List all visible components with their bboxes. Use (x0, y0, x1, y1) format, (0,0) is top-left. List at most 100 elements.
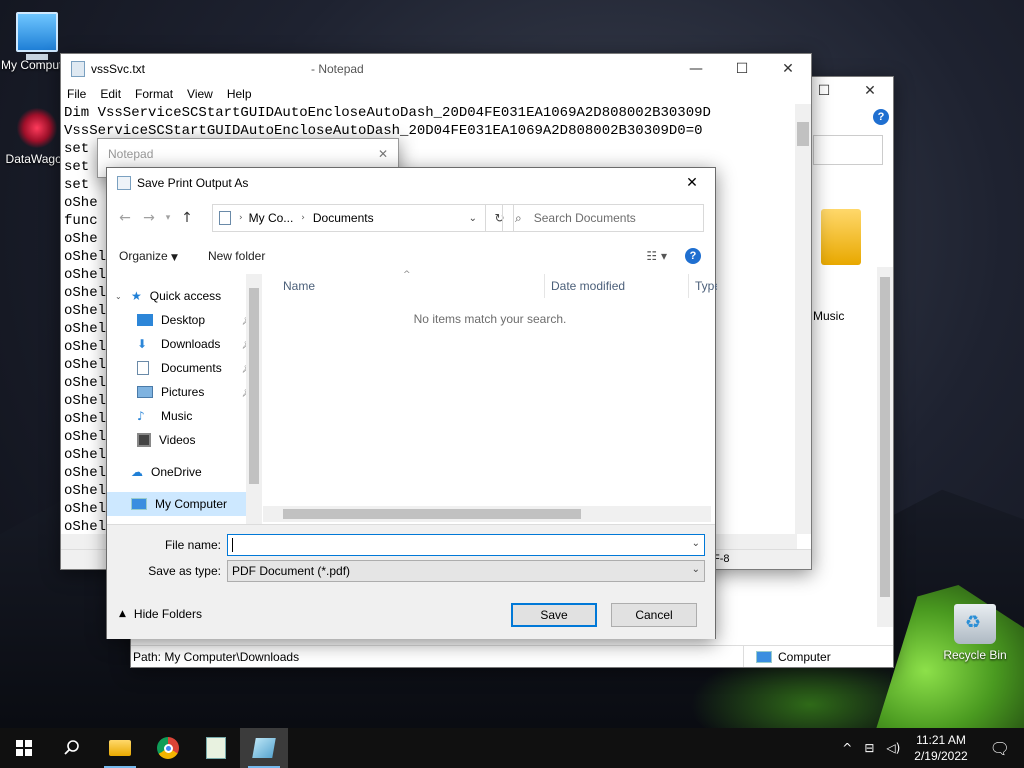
status-location-label: Computer (778, 649, 831, 664)
dialog-lower-panel: File name: ⌄ Save as type: PDF Document … (107, 524, 715, 639)
menu-view[interactable]: View (187, 87, 213, 101)
desktop-icon (137, 314, 153, 326)
menu-help[interactable]: Help (227, 87, 252, 101)
nav-desktop[interactable]: Desktop 📌︎ (107, 308, 262, 332)
file-name-row: File name: ⌄ (107, 533, 715, 557)
nav-label: Quick access (149, 289, 222, 303)
help-icon[interactable]: ? (685, 248, 701, 264)
file-list[interactable]: Name ^ Date modified Type No items match… (263, 270, 717, 524)
address-bar[interactable]: › My Co... › Documents ⌄ (212, 204, 486, 232)
search-input[interactable]: ⌕ Search Documents (502, 204, 704, 232)
help-icon[interactable]: ? (873, 109, 889, 125)
notepad-icon (71, 61, 85, 77)
nav-quick-access[interactable]: ⌄ ★ Quick access (107, 284, 262, 308)
save-dialog-icon (117, 176, 131, 190)
menu-file[interactable]: File (67, 87, 86, 101)
column-type[interactable]: Type (689, 274, 717, 298)
save-type-select[interactable]: PDF Document (*.pdf) ⌄ (227, 560, 705, 582)
chevron-down-icon[interactable]: ⌄ (692, 564, 700, 575)
notepad-line: Dim VssServiceSCStartGUIDAutoEncloseAuto… (64, 105, 711, 121)
file-name-input[interactable]: ⌄ (227, 534, 705, 556)
close-icon[interactable]: ✕ (765, 54, 811, 84)
navigation-pane-scrollbar[interactable] (246, 274, 262, 524)
documents-icon (137, 361, 149, 375)
column-date-label: Date modified (551, 279, 626, 293)
taskbar-notepad[interactable] (240, 728, 288, 768)
notification-icon[interactable]: 🗨︎ (976, 739, 1024, 758)
file-name-label: File name: (164, 538, 221, 552)
notepad-dialog-titlebar[interactable]: Notepad ✕ (98, 139, 398, 169)
breadcrumb-my-computer[interactable]: My Co... (249, 211, 294, 225)
chrome-icon (157, 737, 179, 759)
close-icon[interactable]: ✕ (847, 77, 893, 105)
clock[interactable]: 11:21 AM 2/19/2022 (906, 732, 975, 764)
nav-my-computer[interactable]: My Computer (107, 492, 262, 516)
file-list-horizontal-scrollbar[interactable] (263, 506, 711, 522)
computer-icon (756, 650, 772, 663)
taskbar-chrome[interactable] (144, 728, 192, 768)
taskbar-app-chart[interactable] (192, 728, 240, 768)
explorer-window-controls: ☐ ✕ (801, 77, 893, 105)
notepad-icon (252, 738, 276, 758)
search-button[interactable] (48, 728, 96, 768)
notepad-titlebar[interactable]: vssSvc.txt - Notepad — ☐ ✕ (61, 54, 811, 84)
search-icon (64, 740, 79, 755)
desktop-icon-recycle-bin[interactable]: Recycle Bin (938, 604, 1012, 662)
column-headers: Name ^ Date modified Type (263, 270, 717, 298)
menu-edit[interactable]: Edit (100, 87, 121, 101)
nav-label: Videos (159, 433, 196, 447)
forward-arrow-icon[interactable]: → (137, 210, 161, 226)
explorer-search-box[interactable] (813, 135, 883, 165)
chevron-up-icon[interactable]: ^ (836, 741, 858, 755)
column-name[interactable]: Name ^ (263, 270, 545, 298)
chevron-up-icon: ▲ (119, 609, 126, 619)
new-folder-button[interactable]: New folder (208, 249, 265, 263)
cancel-button[interactable]: Cancel (611, 603, 697, 627)
start-button[interactable] (0, 728, 48, 768)
hide-folders-button[interactable]: ▲ Hide Folders (119, 607, 202, 621)
nav-downloads[interactable]: ⬇ Downloads 📌︎ (107, 332, 262, 356)
nav-documents[interactable]: Documents 📌︎ (107, 356, 262, 380)
videos-icon (137, 433, 151, 447)
nav-label: OneDrive (151, 465, 202, 479)
pictures-icon (137, 386, 153, 398)
up-arrow-icon[interactable]: ↑ (175, 210, 199, 226)
recent-locations-icon[interactable]: ▾ (161, 213, 175, 223)
volume-icon[interactable]: ◁) (880, 741, 906, 755)
minimize-icon[interactable]: — (673, 54, 719, 84)
nav-pictures[interactable]: Pictures 📌︎ (107, 380, 262, 404)
maximize-icon[interactable]: ☐ (719, 54, 765, 84)
nav-onedrive[interactable]: ☁ OneDrive (107, 460, 262, 484)
clock-date: 2/19/2022 (914, 749, 968, 763)
chevron-down-icon[interactable]: ⌄ (692, 538, 700, 549)
chevron-down-icon[interactable]: ⌄ (469, 213, 477, 224)
breadcrumb-documents[interactable]: Documents (313, 211, 374, 225)
save-dialog-titlebar[interactable]: Save Print Output As ✕ (107, 168, 715, 198)
desktop-icon-label: Recycle Bin (943, 648, 1007, 662)
column-date-modified[interactable]: Date modified (545, 274, 689, 298)
save-type-label: Save as type: (148, 564, 221, 578)
dialog-toolbar: Organize ▼ New folder ☷ ▾ ? (107, 238, 715, 274)
back-arrow-icon[interactable]: ← (113, 210, 137, 226)
windows-logo-icon (16, 740, 32, 756)
chevron-down-icon: ⌄ (115, 291, 122, 301)
menu-format[interactable]: Format (135, 87, 173, 101)
nav-videos[interactable]: Videos (107, 428, 262, 452)
nav-music[interactable]: ♪ Music (107, 404, 262, 428)
recycle-bin-icon (954, 604, 996, 644)
taskbar-file-explorer[interactable] (96, 728, 144, 768)
close-icon[interactable]: ✕ (669, 175, 715, 191)
explorer-scrollbar[interactable] (877, 267, 893, 627)
close-icon[interactable]: ✕ (378, 147, 388, 161)
organize-label: Organize (119, 249, 168, 263)
save-dialog-title: Save Print Output As (137, 176, 249, 190)
explorer-status-bar: Path: My Computer\Downloads Computer (131, 645, 893, 667)
clock-time: 11:21 AM (916, 733, 966, 747)
organize-button[interactable]: Organize ▼ (119, 249, 178, 263)
view-options-icon[interactable]: ☷ ▾ (646, 249, 667, 263)
save-button[interactable]: Save (511, 603, 597, 627)
network-icon[interactable]: ⊟ (858, 741, 880, 755)
save-dialog[interactable]: Save Print Output As ✕ ← → ▾ ↑ › My Co..… (106, 167, 717, 639)
notepad-vertical-scrollbar[interactable] (795, 104, 811, 534)
cloud-icon: ☁ (131, 465, 143, 479)
